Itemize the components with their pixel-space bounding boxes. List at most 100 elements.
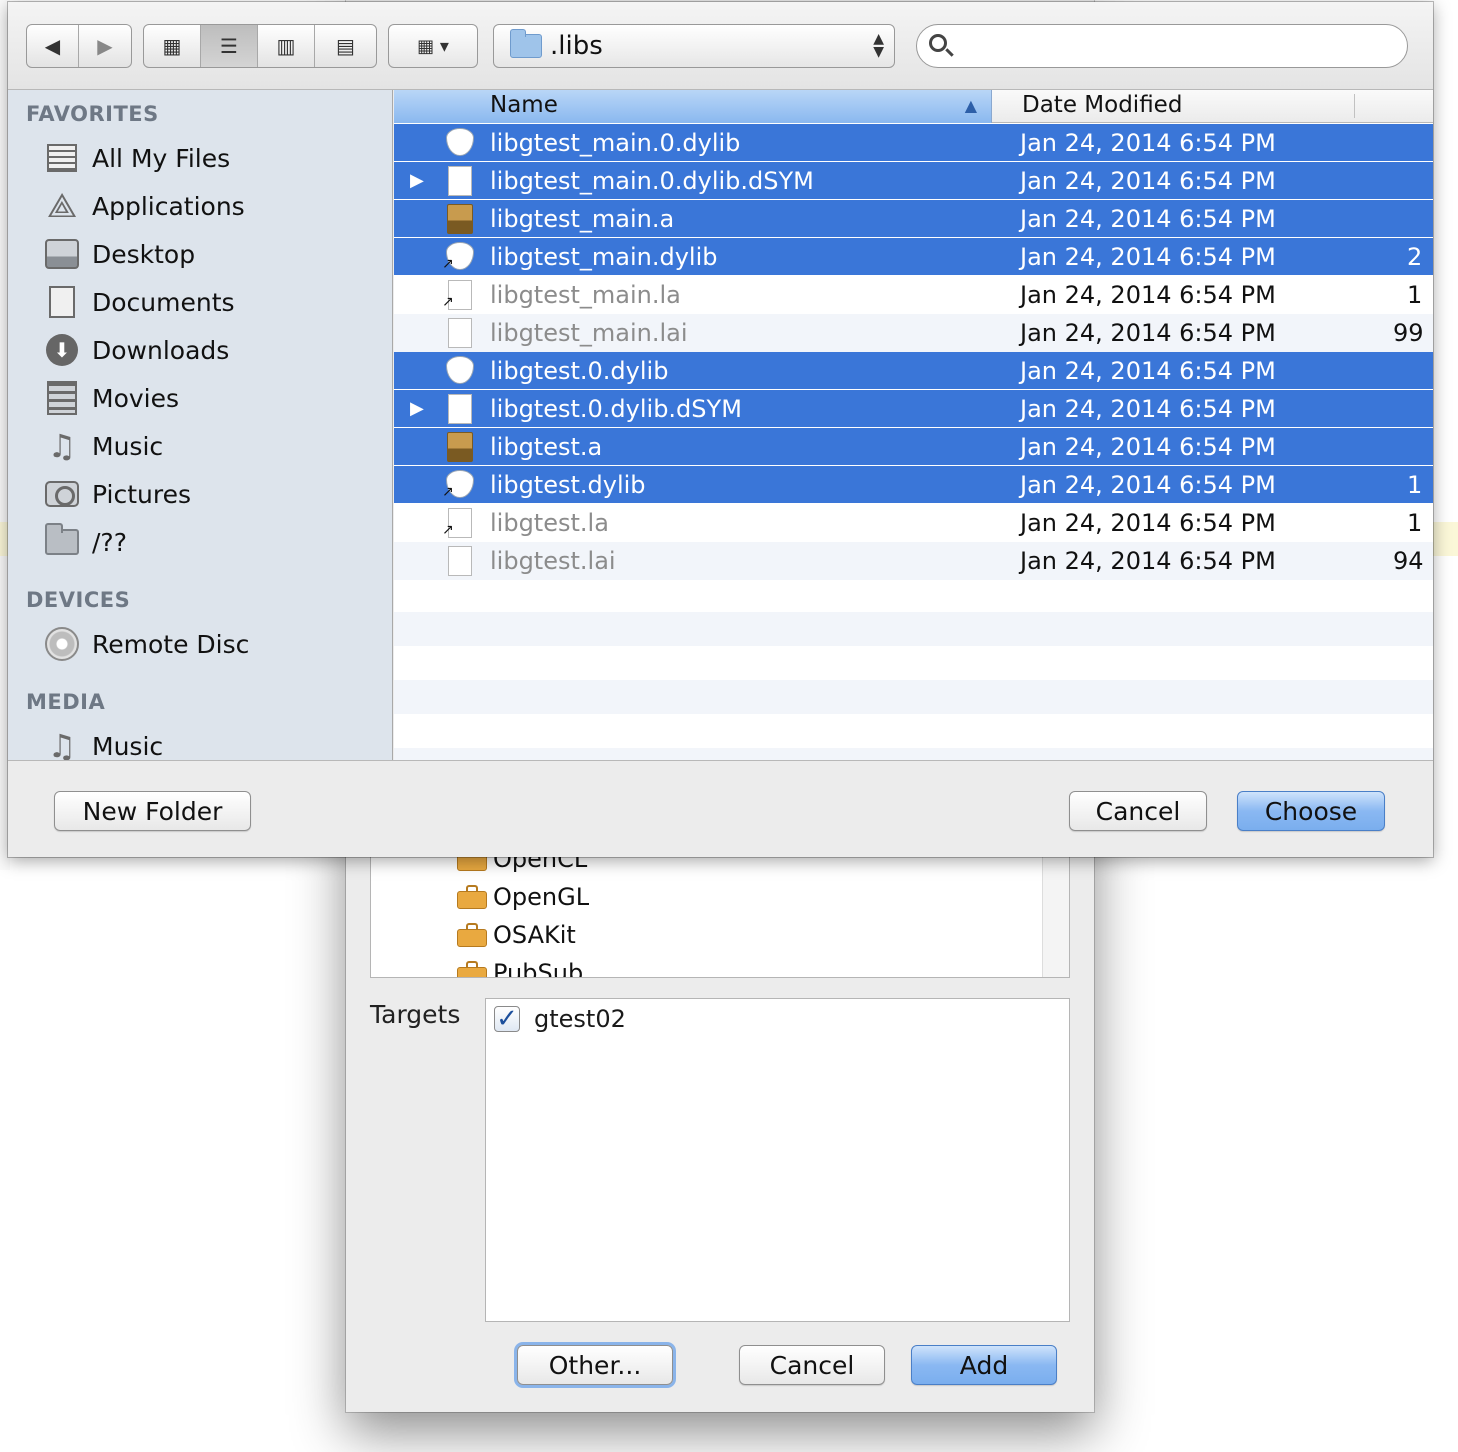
file-row[interactable]: ▶ libgtest_main.0.dylib.dSYM Jan 24, 2014 …: [394, 162, 1433, 200]
devices-header: DEVICES: [26, 588, 131, 612]
sidebar-item-downloads[interactable]: ⬇ Downloads: [44, 328, 229, 372]
empty-row-stripe: [394, 748, 1433, 760]
column-view-icon[interactable]: ▥: [258, 25, 315, 67]
dylib-file-icon: [446, 356, 476, 386]
file-row[interactable]: libgtest_main.a Jan 24, 2014 6:54 PM: [394, 200, 1433, 238]
file-row[interactable]: libgtest_main.0.dylib Jan 24, 2014 6:54 P…: [394, 124, 1433, 162]
file-row[interactable]: libgtest.a Jan 24, 2014 6:54 PM: [394, 428, 1433, 466]
target-checkbox[interactable]: ✓: [494, 1004, 520, 1034]
file-row[interactable]: ↗ libgtest_main.dylib Jan 24, 2014 6:54 PM…: [394, 238, 1433, 276]
new-folder-button[interactable]: New Folder: [54, 791, 251, 831]
framework-item[interactable]: OSAKit: [457, 916, 576, 954]
document-file-icon: ↗: [442, 280, 476, 310]
file-row[interactable]: libgtest_main.lai Jan 24, 2014 6:54 PM 99: [394, 314, 1433, 352]
sidebar-item-folder[interactable]: /??: [44, 520, 127, 564]
file-date: Jan 24, 2014 6:54 PM: [1020, 166, 1276, 195]
music-icon: ♫: [47, 427, 77, 465]
target-name: gtest02: [534, 1005, 626, 1033]
favorites-header: FAVORITES: [26, 102, 159, 126]
sidebar-item-remote-disc[interactable]: Remote Disc: [44, 622, 249, 666]
file-row[interactable]: ▶ libgtest.0.dylib.dSYM Jan 24, 2014 6:54 …: [394, 390, 1433, 428]
toolbar: ◀ ▶ ▦ ☰ ▥ ▤ ▦ ▾ .libs ▲ ▼: [8, 2, 1433, 90]
document-file-icon: [446, 166, 476, 196]
date-column-header[interactable]: Date Modified: [1022, 92, 1182, 118]
sidebar-item-label: Downloads: [92, 335, 230, 365]
folder-icon: [44, 523, 80, 560]
framework-item[interactable]: OpenGL: [457, 878, 589, 916]
file-name: libgtest_main.dylib: [490, 242, 718, 271]
sidebar-item-pictures[interactable]: Pictures: [44, 472, 191, 516]
file-size: 1: [1407, 470, 1423, 499]
file-name: libgtest_main.lai: [490, 319, 688, 347]
sidebar-item-label: All My Files: [92, 143, 231, 173]
path-label: .libs: [550, 31, 603, 61]
sidebar: FAVORITES All My Files ⟁ Applications De…: [8, 90, 393, 760]
file-name: libgtest_main.0.dylib: [490, 128, 741, 157]
file-date: Jan 24, 2014 6:54 PM: [1020, 432, 1276, 461]
movies-icon: [44, 380, 80, 416]
targets-label: Targets: [370, 1000, 461, 1029]
dylib-file-icon: ↗: [442, 470, 476, 500]
list-view-icon[interactable]: ☰: [201, 25, 258, 67]
file-date: Jan 24, 2014 6:54 PM: [1020, 470, 1276, 499]
sidebar-item-all-my-files[interactable]: All My Files: [44, 136, 230, 180]
other-button[interactable]: Other...: [517, 1345, 673, 1385]
arrange-menu-button[interactable]: ▦ ▾: [388, 24, 478, 68]
file-name: libgtest_main.0.dylib.dSYM: [490, 166, 814, 195]
file-date: Jan 24, 2014 6:54 PM: [1020, 242, 1276, 271]
alias-arrow-icon: ↗: [442, 484, 454, 500]
choose-button[interactable]: Choose: [1237, 791, 1385, 831]
framework-toolbox-icon: [457, 923, 487, 947]
file-date: Jan 24, 2014 6:54 PM: [1020, 547, 1276, 575]
cancel-button[interactable]: Cancel: [1069, 791, 1207, 831]
view-mode-selector: ▦ ☰ ▥ ▤: [143, 24, 377, 68]
dylib-file-icon: [446, 128, 476, 158]
file-date: Jan 24, 2014 6:54 PM: [1020, 356, 1276, 385]
list-header: Name ▲ Date Modified: [394, 90, 1433, 123]
file-row[interactable]: libgtest.0.dylib Jan 24, 2014 6:54 PM: [394, 352, 1433, 390]
name-column-header[interactable]: Name ▲: [394, 90, 992, 123]
search-input[interactable]: [961, 33, 1407, 59]
sort-ascending-icon: ▲: [964, 96, 977, 115]
sidebar-item-label: Applications: [92, 191, 245, 221]
framework-name: OpenGL: [493, 883, 590, 911]
sidebar-item-applications[interactable]: ⟁ Applications: [44, 184, 245, 228]
sidebar-item-documents[interactable]: Documents: [44, 280, 235, 324]
sidebar-item-desktop[interactable]: Desktop: [44, 232, 195, 276]
cover-flow-icon[interactable]: ▤: [315, 25, 376, 67]
panel-footer: New Folder Cancel Choose: [8, 760, 1433, 857]
file-row[interactable]: ↗ libgtest.la Jan 24, 2014 6:54 PM 1: [394, 504, 1433, 542]
sidebar-item-label: Movies: [92, 383, 180, 413]
updown-arrows-icon: ▲ ▼: [873, 31, 884, 60]
file-row[interactable]: ↗ libgtest_main.la Jan 24, 2014 6:54 PM 1: [394, 276, 1433, 314]
file-row[interactable]: libgtest.lai Jan 24, 2014 6:54 PM 94: [394, 542, 1433, 580]
alias-arrow-icon: ↗: [442, 256, 454, 272]
folder-icon: [510, 29, 542, 58]
file-size: 1: [1407, 281, 1423, 309]
sheet-cancel-button[interactable]: Cancel: [739, 1345, 885, 1385]
sidebar-item-music[interactable]: ♫ Music: [44, 424, 163, 468]
file-name: libgtest_main.a: [490, 204, 675, 233]
sidebar-item-label: /??: [92, 527, 127, 557]
document-file-icon: ↗: [442, 508, 476, 538]
file-date: Jan 24, 2014 6:54 PM: [1020, 394, 1276, 423]
disclosure-triangle-icon[interactable]: ▶: [410, 398, 430, 419]
search-field[interactable]: [916, 24, 1408, 68]
forward-icon[interactable]: ▶: [79, 25, 131, 67]
name-column-label: Name: [490, 92, 558, 118]
file-size: 94: [1393, 547, 1424, 575]
target-row[interactable]: ✓ gtest02: [494, 1004, 626, 1034]
disclosure-triangle-icon[interactable]: ▶: [410, 170, 430, 191]
file-row[interactable]: ↗ libgtest.dylib Jan 24, 2014 6:54 PM 1: [394, 466, 1433, 504]
dylib-file-icon: ↗: [442, 242, 476, 272]
path-popup[interactable]: .libs ▲ ▼: [493, 24, 895, 68]
back-icon[interactable]: ◀: [27, 25, 79, 67]
sidebar-item-movies[interactable]: Movies: [44, 376, 179, 420]
file-size: 99: [1393, 319, 1424, 347]
file-list: Name ▲ Date Modified libgtest_main.0.dyl…: [394, 90, 1433, 760]
icon-view-icon[interactable]: ▦: [144, 25, 201, 67]
add-button[interactable]: Add: [911, 1345, 1057, 1385]
sidebar-item-media-music[interactable]: ♫ Music: [44, 724, 163, 760]
arrange-icon: ▦ ▾: [417, 35, 449, 57]
framework-item[interactable]: PubSub: [457, 954, 583, 977]
